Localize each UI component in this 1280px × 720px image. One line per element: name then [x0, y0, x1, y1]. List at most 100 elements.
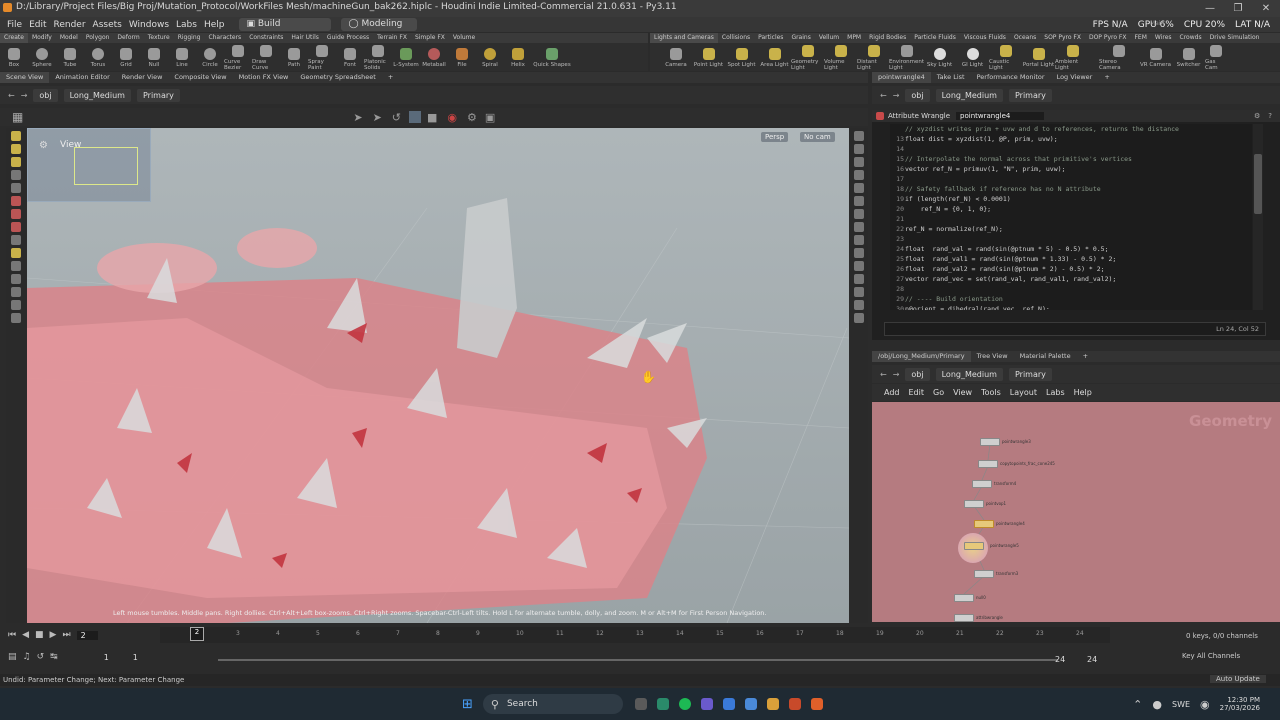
wireframe-icon[interactable]: ■: [427, 111, 437, 124]
menu-windows[interactable]: Windows: [129, 20, 169, 30]
magnet-tool-icon[interactable]: [11, 261, 21, 271]
tab-scene-view[interactable]: Scene View: [0, 72, 50, 83]
tool-sky-light[interactable]: Sky Light: [923, 46, 956, 68]
tray-chevron-icon[interactable]: ⌃: [1133, 698, 1142, 711]
tool-area-light[interactable]: Area Light: [758, 46, 791, 68]
tool-geometry-light[interactable]: Geometry Light: [791, 43, 824, 71]
network-editor[interactable]: Geometry pointwrangle3 copytopoints_frac…: [872, 402, 1280, 622]
measure-tool-icon[interactable]: [11, 248, 21, 258]
menu-view[interactable]: View: [953, 388, 972, 397]
shelf-tab-particle-fluids[interactable]: Particle Fluids: [910, 33, 960, 43]
tool-distant-light[interactable]: Distant Light: [857, 43, 890, 71]
tab-motion-fx-view[interactable]: Motion FX View: [233, 72, 295, 83]
shelf-tab-mpm[interactable]: MPM: [843, 33, 865, 43]
tab-pointwrangle4[interactable]: pointwrangle4: [872, 72, 931, 83]
grid-visibility-icon[interactable]: [854, 300, 864, 310]
tool-torus[interactable]: Torus: [84, 46, 112, 68]
gear-icon[interactable]: ⚙: [1254, 112, 1260, 120]
vex-code-editor[interactable]: // xyzdist writes prim + uvw and d to re…: [890, 124, 1252, 310]
houdini-taskbar-icon[interactable]: [810, 698, 823, 710]
edges-icon[interactable]: [854, 235, 864, 245]
tab-log-viewer[interactable]: Log Viewer: [1051, 72, 1099, 83]
shelf-tab-texture[interactable]: Texture: [144, 33, 174, 43]
clock[interactable]: 12:30 PM 27/03/2026: [1220, 696, 1260, 712]
tool-file[interactable]: File: [448, 46, 476, 68]
tool-stereo-camera[interactable]: Stereo Camera: [1099, 43, 1139, 71]
tool-grid[interactable]: Grid: [112, 46, 140, 68]
snapshot-icon[interactable]: [854, 261, 864, 271]
persp-dropdown[interactable]: Persp: [761, 132, 789, 142]
brush-tool-icon[interactable]: [11, 196, 21, 206]
add-tab-icon[interactable]: +: [1077, 351, 1094, 362]
shelf-tab-viscous-fluids[interactable]: Viscous Fluids: [960, 33, 1010, 43]
frame-ruler[interactable]: 23456789101112131415161718192021222324 2: [160, 627, 1110, 643]
tool-box[interactable]: Box: [0, 46, 28, 68]
shelf-tab-sop-pyro[interactable]: SOP Pyro FX: [1040, 33, 1085, 43]
tab-tree-view[interactable]: Tree View: [971, 351, 1014, 362]
tool-spray-paint[interactable]: Spray Paint: [308, 43, 336, 71]
app-icon-2[interactable]: [722, 698, 735, 710]
tool-tube[interactable]: Tube: [56, 46, 84, 68]
path-obj[interactable]: obj: [905, 367, 930, 381]
shelf-tab-rigging[interactable]: Rigging: [174, 33, 205, 43]
tab-geometry-spreadsheet[interactable]: Geometry Spreadsheet: [294, 72, 381, 83]
handle-tool-icon[interactable]: [11, 157, 21, 167]
shelf-tab-wires[interactable]: Wires: [1151, 33, 1176, 43]
tool-helix[interactable]: Helix: [504, 46, 532, 68]
tool-environment-light[interactable]: Environment Light: [889, 43, 924, 71]
pose-tool-icon[interactable]: [11, 170, 21, 180]
tool-metaball[interactable]: Metaball: [420, 46, 448, 68]
path-long-medium[interactable]: Long_Medium: [935, 367, 1003, 381]
code-scrollbar[interactable]: [1253, 124, 1263, 310]
tool-null[interactable]: Null: [140, 46, 168, 68]
primitives-icon[interactable]: [854, 209, 864, 219]
add-tab-icon[interactable]: +: [382, 72, 399, 83]
tool-curve-bezier[interactable]: Curve Bezier: [224, 43, 252, 71]
mic-icon[interactable]: ●: [1152, 698, 1162, 711]
tool-point-light[interactable]: Point Light: [692, 46, 725, 68]
tool-spiral[interactable]: Spiral: [476, 46, 504, 68]
shelf-tab-grains[interactable]: Grains: [787, 33, 814, 43]
tab-network-path[interactable]: /obj/Long_Medium/Primary: [872, 351, 971, 362]
node-transform3[interactable]: [974, 570, 994, 578]
tool-l-system[interactable]: L-System: [392, 46, 420, 68]
tab-performance-monitor[interactable]: Performance Monitor: [971, 72, 1051, 83]
app-icon-1[interactable]: [700, 698, 713, 710]
tool-quick-shapes[interactable]: Quick Shapes: [532, 46, 572, 68]
node-pointwrangle4[interactable]: [974, 520, 994, 528]
menu-add[interactable]: Add: [884, 388, 900, 397]
explorer-icon[interactable]: [656, 698, 669, 710]
display-mode-icon[interactable]: [409, 111, 421, 123]
shelf-tab-polygon[interactable]: Polygon: [82, 33, 114, 43]
back-arrow-icon[interactable]: ←: [880, 370, 887, 379]
forward-arrow-icon[interactable]: →: [21, 91, 28, 100]
start-frame-field-2[interactable]: 1: [133, 653, 138, 662]
windows-start-icon[interactable]: ⊞: [462, 697, 473, 712]
shelf-tab-collisions[interactable]: Collisions: [718, 33, 754, 43]
shelf-tab-vellum[interactable]: Vellum: [815, 33, 843, 43]
paint-tool-icon[interactable]: [11, 209, 21, 219]
shelf-tab-deform[interactable]: Deform: [113, 33, 143, 43]
points-icon[interactable]: [854, 183, 864, 193]
display-option-icon[interactable]: [854, 131, 864, 141]
uv-icon[interactable]: [854, 222, 864, 232]
shelf-tab-drive-simulation[interactable]: Drive Simulation: [1206, 33, 1264, 43]
sculpt-tool-icon[interactable]: [11, 222, 21, 232]
grid-menu-icon[interactable]: ▦: [12, 110, 23, 124]
menu-layout[interactable]: Layout: [1010, 388, 1037, 397]
shelf-tab-constraints[interactable]: Constraints: [245, 33, 287, 43]
camera-settings-icon[interactable]: ▣: [485, 111, 495, 124]
path-long-medium[interactable]: Long_Medium: [63, 88, 131, 102]
playhead[interactable]: 2: [190, 627, 204, 641]
minimize-icon[interactable]: —: [1196, 0, 1224, 17]
tool-font[interactable]: Font: [336, 46, 364, 68]
path-long-medium[interactable]: Long_Medium: [935, 88, 1003, 102]
move-tool-icon[interactable]: [11, 144, 21, 154]
snap-icon[interactable]: ↺: [392, 111, 401, 124]
tool-circle[interactable]: Circle: [196, 46, 224, 68]
tool-gi-light[interactable]: GI Light: [956, 46, 989, 68]
path-primary[interactable]: Primary: [1008, 367, 1052, 381]
path-primary[interactable]: Primary: [1008, 88, 1052, 102]
node-pointwrangle5[interactable]: [964, 542, 984, 550]
shelf-tab-hair-utils[interactable]: Hair Utils: [287, 33, 322, 43]
